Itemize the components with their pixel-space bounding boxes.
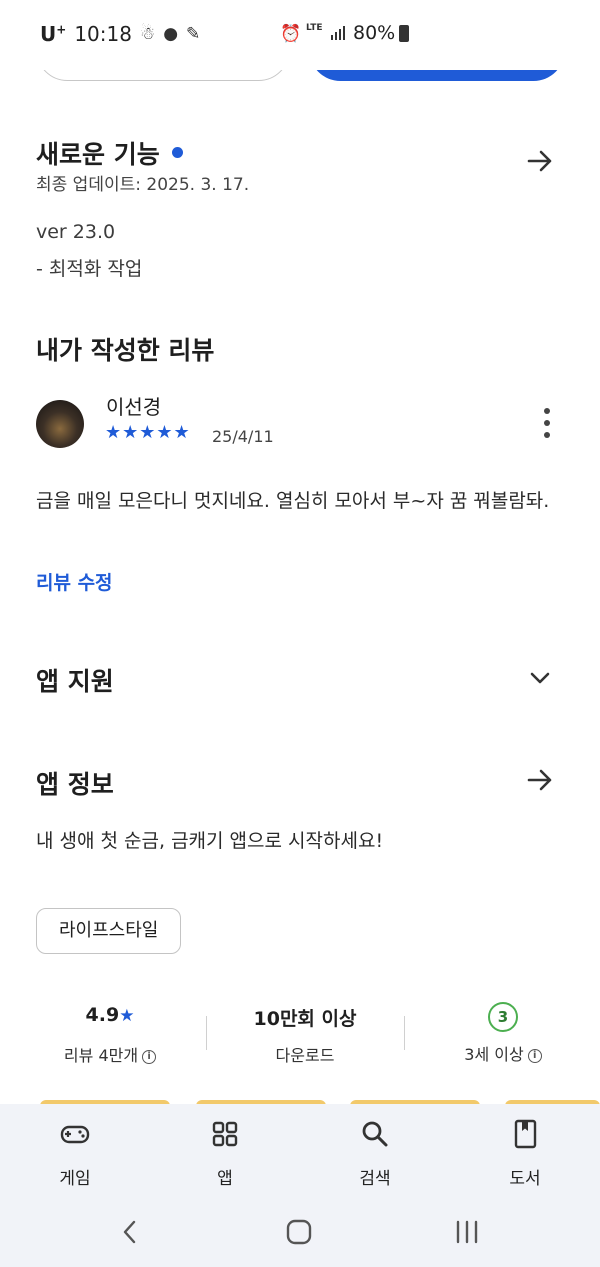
status-bar: U+ 10:18 ☃ ● ✎ ⏰ LTE 80% <box>0 0 600 70</box>
nav-games[interactable]: 게임 <box>25 1118 125 1189</box>
reviewer-name: 이선경 <box>106 395 162 419</box>
chevron-down-icon[interactable] <box>526 664 554 692</box>
rating-value: 4.9★ <box>85 1004 135 1026</box>
nav-label: 도서 <box>509 1169 541 1189</box>
notification-icon: ☃ <box>139 24 156 44</box>
pencil-icon: ✎ <box>186 24 201 44</box>
lte-indicator: LTE <box>306 23 323 33</box>
clock: 10:18 <box>74 22 132 46</box>
rating-label: 리뷰 4만개 i <box>20 1042 200 1066</box>
info-icon[interactable]: i <box>142 1049 157 1064</box>
search-icon <box>362 1121 388 1147</box>
chat-icon: ● <box>163 24 179 44</box>
nav-label: 게임 <box>59 1169 91 1189</box>
last-updated-text: 최종 업데이트: 2025. 3. 17. <box>36 175 250 195</box>
app-info-title[interactable]: 앱 정보 <box>36 765 114 801</box>
alarm-icon: ⏰ <box>280 24 302 44</box>
release-note-text: - 최적화 작업 <box>36 258 143 280</box>
version-text: ver 23.0 <box>36 221 116 243</box>
nav-search[interactable]: 검색 <box>325 1118 425 1189</box>
apps-grid-icon <box>212 1121 238 1147</box>
avatar <box>36 400 84 448</box>
battery-percent: 80% <box>353 22 396 44</box>
app-info-arrow-icon[interactable] <box>526 766 554 794</box>
star-icon: ★ <box>119 1006 135 1026</box>
bottom-navigation: 게임 앱 검색 도서 <box>0 1104 600 1197</box>
whats-new-arrow-icon[interactable] <box>526 147 554 175</box>
app-description: 내 생애 첫 순금, 금캐기 앱으로 시작하세요! <box>36 830 384 852</box>
status-left: U+ 10:18 ☃ ● ✎ <box>40 22 200 46</box>
carrier-label: U+ <box>40 22 67 46</box>
stat-divider <box>206 1016 207 1050</box>
new-indicator-dot <box>171 146 183 158</box>
star-rating: ★★★★★ <box>105 422 191 443</box>
edit-review-link[interactable]: 리뷰 수정 <box>36 568 113 595</box>
downloads-stat: 10만회 이상 다운로드 <box>215 1004 395 1066</box>
review-body: 금을 매일 모은다니 멋지네요. 열심히 모아서 부~자 꿈 꿔볼람돠. <box>36 490 550 512</box>
info-icon[interactable]: i <box>527 1048 542 1063</box>
nav-label: 검색 <box>359 1169 391 1189</box>
stat-divider <box>404 1016 405 1050</box>
back-icon[interactable] <box>119 1219 141 1245</box>
age-label: 3세 이상 i <box>413 1041 593 1065</box>
nav-apps[interactable]: 앱 <box>175 1118 275 1189</box>
my-review-title: 내가 작성한 리뷰 <box>36 336 215 365</box>
gamepad-icon <box>60 1125 90 1144</box>
recent-apps-icon[interactable] <box>453 1219 481 1245</box>
battery-icon <box>399 24 410 42</box>
category-chip[interactable]: 라이프스타일 <box>36 908 182 954</box>
nav-label: 앱 <box>217 1169 233 1189</box>
system-navigation-bar <box>0 1197 600 1267</box>
review-date: 25/4/11 <box>212 427 274 446</box>
book-icon <box>514 1119 537 1149</box>
age-rating-badge: 3 <box>488 1002 518 1032</box>
age-stat: 3 3세 이상 i <box>413 1002 593 1065</box>
downloads-label: 다운로드 <box>275 1046 335 1065</box>
more-options-icon[interactable] <box>540 408 554 438</box>
home-icon[interactable] <box>285 1219 313 1245</box>
battery-status: 80% <box>353 22 410 44</box>
downloads-value: 10만회 이상 <box>253 1008 357 1030</box>
rating-stat: 4.9★ 리뷰 4만개 i <box>20 1004 200 1066</box>
app-support-title[interactable]: 앱 지원 <box>36 662 114 698</box>
nav-books[interactable]: 도서 <box>475 1118 575 1189</box>
signal-icon <box>331 26 345 40</box>
whats-new-title[interactable]: 새로운 기능 <box>36 135 183 171</box>
